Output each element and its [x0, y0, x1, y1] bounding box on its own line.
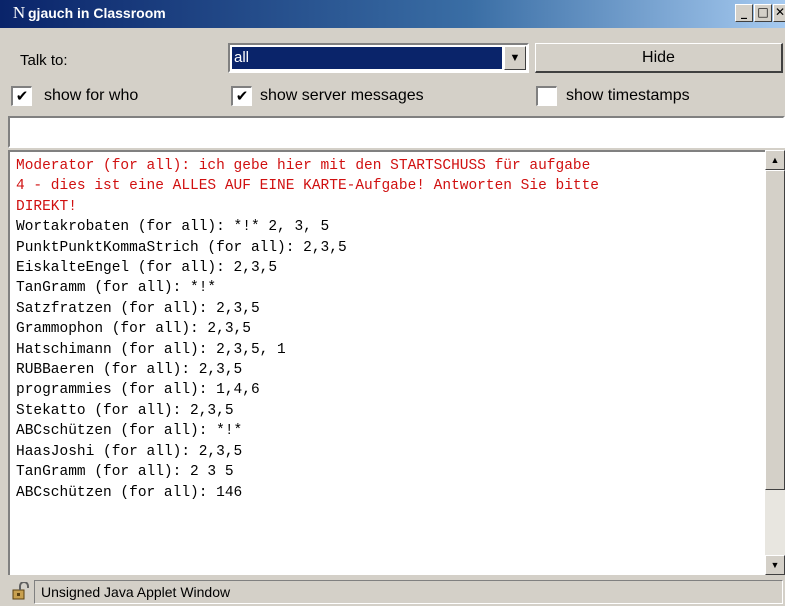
talk-to-label: Talk to: [20, 52, 68, 69]
show-server-messages-checkbox[interactable]: ✔ [231, 86, 252, 106]
chat-message: Stekatto (for all): 2,3,5 [16, 402, 234, 419]
scroll-up-button[interactable]: ▲ [765, 150, 785, 170]
chat-message: HaasJoshi (for all): 2,3,5 [16, 443, 243, 460]
talk-to-selected-value[interactable]: all [232, 47, 502, 69]
chat-message: TanGramm (for all): *!* [16, 280, 217, 297]
chat-message: RUBBaeren (for all): 2,3,5 [16, 362, 243, 379]
status-bar: Unsigned Java Applet Window [0, 578, 785, 606]
hide-button[interactable]: Hide [535, 43, 783, 73]
chat-log-scrollbar[interactable]: ▲ ▼ [765, 150, 785, 575]
chat-message: ABCschützen (for all): *!* [16, 423, 243, 440]
chat-message: Grammophon (for all): 2,3,5 [16, 321, 251, 338]
scroll-thumb[interactable] [765, 170, 785, 490]
scroll-down-button[interactable]: ▼ [765, 555, 785, 575]
show-timestamps-label[interactable]: show timestamps [566, 87, 690, 105]
message-list: Wortakrobaten (for all): *!* 2, 3, 5 Punk… [16, 217, 765, 503]
chat-message: ABCschützen (for all): 146 [16, 484, 243, 501]
chat-message: PunktPunktKommaStrich (for all): 2,3,5 [16, 239, 347, 256]
chat-message: EiskalteEngel (for all): 2,3,5 [16, 260, 278, 277]
moderator-message: Moderator (for all): ich gebe hier mit d… [16, 156, 765, 217]
maximize-button[interactable]: □ [754, 4, 772, 22]
chat-message: Satzfratzen (for all): 2,3,5 [16, 300, 260, 317]
applet-window: N gjauch in Classroom _ □ ✕ Talk to: all… [0, 0, 785, 606]
chat-message: programmies (for all): 1,4,6 [16, 382, 260, 399]
chat-message: Wortakrobaten (for all): *!* 2, 3, 5 [16, 219, 330, 236]
minimize-button[interactable]: _ [735, 4, 753, 22]
moderator-line: Moderator (for all): ich gebe hier mit d… [16, 158, 591, 174]
show-server-messages-label[interactable]: show server messages [260, 87, 424, 105]
status-text: Unsigned Java Applet Window [34, 580, 783, 604]
chat-message: TanGramm (for all): 2 3 5 [16, 464, 234, 481]
talk-to-select[interactable]: all ▼ [228, 43, 529, 73]
dropdown-arrow-icon[interactable]: ▼ [504, 46, 526, 70]
chat-log[interactable]: Moderator (for all): ich gebe hier mit d… [8, 150, 765, 575]
window-title: gjauch in Classroom [28, 5, 166, 21]
chat-message: Hatschimann (for all): 2,3,5, 1 [16, 341, 286, 358]
moderator-line: DIREKT! [16, 198, 77, 215]
show-for-who-label[interactable]: show for who [44, 87, 138, 105]
moderator-line: 4 - dies ist eine ALLES AUF EINE KARTE-A… [16, 178, 599, 195]
show-timestamps-checkbox[interactable] [536, 86, 557, 106]
unlocked-padlock-icon [10, 581, 30, 600]
close-button[interactable]: ✕ [773, 4, 785, 22]
netscape-n-icon: N [12, 3, 26, 22]
title-bar[interactable]: N gjauch in Classroom _ □ ✕ [0, 0, 785, 28]
show-for-who-checkbox[interactable]: ✔ [11, 86, 32, 106]
message-input[interactable] [8, 116, 785, 148]
